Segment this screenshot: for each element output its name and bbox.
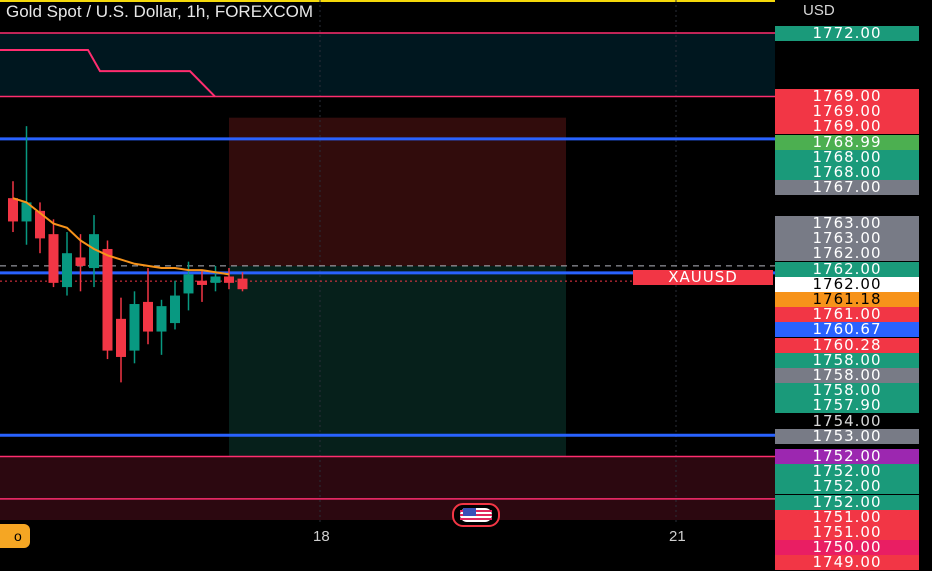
upper-zone: [0, 33, 775, 97]
price-label: 1750.00: [775, 540, 919, 556]
chart-pane[interactable]: Gold Spot / U.S. Dollar, 1h, FOREXCOM: [0, 0, 775, 522]
candle-body-14: [197, 280, 207, 285]
candle-body-4: [62, 253, 72, 288]
us-flag-icon[interactable]: [452, 503, 500, 527]
candle-body-7: [102, 248, 113, 351]
time-tick-18: 18: [313, 528, 330, 545]
left-badge-text: o: [14, 528, 22, 544]
candle-body-3: [48, 234, 59, 283]
candle-body-12: [170, 295, 180, 324]
lower-zone: [0, 456, 775, 520]
position-target-zone: [229, 265, 566, 457]
candle-body-15: [210, 276, 221, 283]
left-indicator-badge[interactable]: o: [0, 524, 30, 548]
candle-body-0: [8, 198, 18, 222]
price-axis[interactable]: USD 1772.00 1769.00 1769.00 1769.00 1768.99 1…: [775, 0, 932, 571]
candle-body-17: [237, 278, 248, 290]
price-label: 1772.00: [775, 25, 919, 41]
candle-body-9: [129, 304, 140, 351]
chart-canvas[interactable]: [0, 0, 775, 522]
candle-body-8: [116, 318, 126, 357]
candle-body-16: [224, 276, 234, 283]
candle-body-11: [156, 306, 167, 332]
candle-body-13: [183, 274, 194, 294]
symbol-badge: XAUUSD: [633, 270, 773, 285]
chart-title: Gold Spot / U.S. Dollar, 1h, FOREXCOM: [6, 2, 314, 21]
moving-average-line: [12, 197, 230, 276]
time-axis[interactable]: 18 21: [0, 522, 775, 550]
candle-body-10: [143, 301, 153, 332]
candle-body-5: [75, 257, 86, 266]
price-label: 1767.00: [775, 180, 919, 196]
time-tick-21: 21: [669, 528, 686, 545]
price-label: 1753.00: [775, 428, 919, 444]
currency-label[interactable]: USD: [803, 2, 835, 19]
price-label: 1749.00: [775, 555, 919, 571]
